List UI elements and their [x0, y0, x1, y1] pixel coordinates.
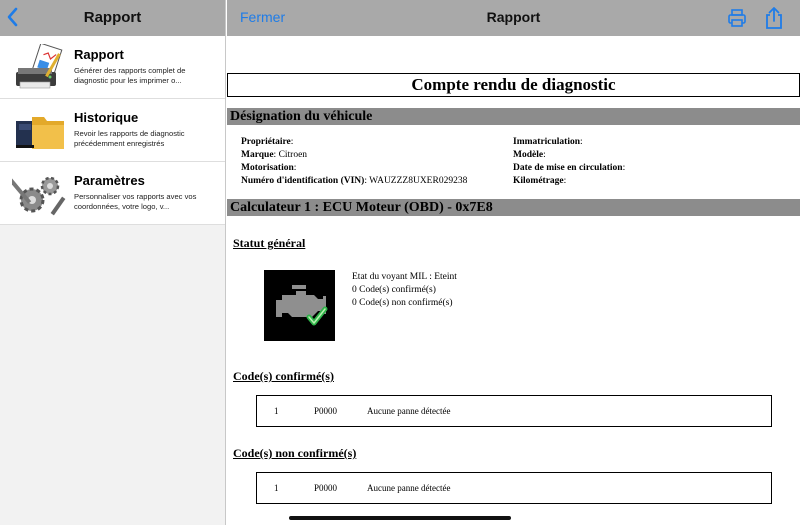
registration-row: Immatriculation:: [513, 137, 583, 147]
sidebar-header: Rapport: [0, 0, 225, 36]
confirmed-count: 0 Code(s) confirmé(s): [352, 285, 436, 295]
sidebar-title: Rapport: [83, 9, 142, 26]
ecu-section-header: Calculateur 1 : ECU Moteur (OBD) - 0x7E8: [227, 199, 800, 216]
vehicle-info-right: Immatriculation: Modèle: Date de mise en…: [513, 136, 625, 188]
unconfirmed-codes-heading: Code(s) non confirmé(s): [233, 446, 357, 460]
registration-date-row: Date de mise en circulation:: [513, 163, 626, 173]
code-description: Aucune panne détectée: [367, 406, 451, 416]
print-icon[interactable]: [727, 8, 747, 28]
confirmed-codes-table: 1 P0000 Aucune panne détectée: [256, 395, 772, 427]
menu-list: Rapport Générer des rapports complet de …: [0, 36, 225, 225]
folder-history-icon: [16, 117, 64, 149]
menu-item-rapport[interactable]: Rapport Générer des rapports complet de …: [0, 36, 225, 99]
menu-item-title: Rapport: [74, 47, 124, 62]
code-value: P0000: [314, 483, 338, 493]
mil-status: Etat du voyant MIL : Eteint: [352, 272, 457, 282]
menu-item-desc: Personnaliser vos rapports avec vos coor…: [74, 192, 197, 211]
code-index: 1: [274, 406, 279, 416]
menu-item-desc: Générer des rapports complet de diagnost…: [74, 66, 186, 85]
main-header: Fermer Rapport: [227, 0, 800, 36]
unconfirmed-count: 0 Code(s) non confirmé(s): [352, 298, 453, 308]
status-heading: Statut général: [233, 236, 306, 250]
engine-row: Motorisation:: [241, 163, 297, 173]
menu-item-title: Paramètres: [74, 173, 145, 188]
brand-row: Marque: Citroen: [241, 150, 308, 160]
confirmed-codes-heading: Code(s) confirmé(s): [233, 369, 334, 383]
menu-item-desc: Revoir les rapports de diagnostic précéd…: [74, 129, 185, 148]
unconfirmed-codes-table: 1 P0000 Aucune panne détectée: [256, 472, 772, 504]
vehicle-info-left: Propriétaire: Marque: Citroen Motorisati…: [241, 136, 467, 188]
code-description: Aucune panne détectée: [367, 483, 451, 493]
printer-report-icon: [16, 44, 63, 89]
share-icon[interactable]: [764, 6, 784, 30]
vin-row: Numéro d'identification (VIN): WAUZZZ8UX…: [241, 176, 468, 186]
report-title: Compte rendu de diagnostic: [227, 73, 800, 97]
home-indicator[interactable]: [289, 516, 511, 520]
code-index: 1: [274, 483, 279, 493]
main-pane: Fermer Rapport Compte rendu de diagnosti…: [227, 0, 800, 525]
model-row: Modèle:: [513, 150, 546, 160]
gears-settings-icon: [12, 176, 66, 216]
report-document: Compte rendu de diagnostic Désignation d…: [227, 36, 800, 525]
page-title: Rapport: [486, 9, 541, 25]
code-value: P0000: [314, 406, 338, 416]
menu-item-parametres[interactable]: Paramètres Personnaliser vos rapports av…: [0, 162, 225, 225]
sidebar: Rapport Rapport Générer des rapports com…: [0, 0, 226, 525]
mileage-row: Kilométrage:: [513, 176, 567, 186]
vehicle-section-header: Désignation du véhicule: [227, 108, 800, 125]
menu-item-title: Historique: [74, 110, 139, 125]
menu-item-historique[interactable]: Historique Revoir les rapports de diagno…: [0, 99, 225, 162]
status-details: Etat du voyant MIL : Eteint 0 Code(s) co…: [352, 271, 457, 310]
owner-row: Propriétaire:: [241, 137, 294, 147]
engine-ok-icon: [264, 270, 335, 341]
